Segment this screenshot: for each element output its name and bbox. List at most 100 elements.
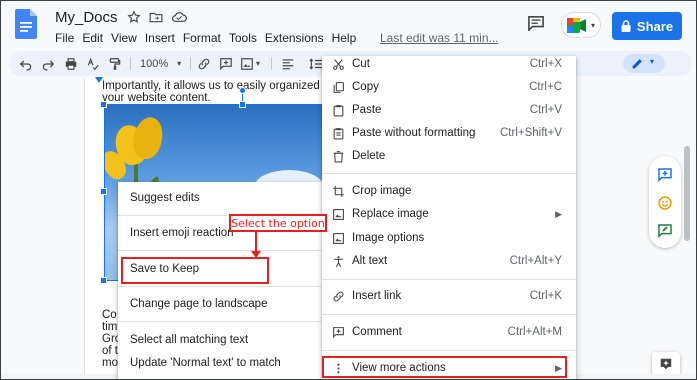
menu-item-paste-without-formatting[interactable]: Paste without formatting Ctrl+Shift+V bbox=[322, 122, 576, 144]
paragraph-line[interactable]: of t bbox=[102, 345, 118, 357]
paragraph-line[interactable]: Importantly, it allows us to easily orga… bbox=[102, 80, 342, 92]
menu-item-comment[interactable]: Comment Ctrl+Alt+M bbox=[322, 321, 576, 343]
copy-icon bbox=[333, 81, 344, 93]
suggest-edit-icon[interactable] bbox=[657, 223, 673, 239]
shortcut-label: Ctrl+Alt+M bbox=[507, 326, 562, 338]
link-icon[interactable] bbox=[197, 56, 211, 71]
shortcut-label: Ctrl+K bbox=[529, 290, 562, 302]
callout-arrow-head bbox=[251, 251, 261, 258]
print-icon[interactable] bbox=[64, 56, 78, 71]
explore-button[interactable] bbox=[652, 352, 680, 376]
align-left-icon[interactable] bbox=[281, 56, 295, 71]
menu-item-replace-image[interactable]: Replace image ▶ bbox=[322, 203, 576, 225]
menu-edit[interactable]: Edit bbox=[78, 31, 107, 45]
shortcut-label: Ctrl+C bbox=[529, 81, 562, 93]
menu-item-label: Image options bbox=[352, 232, 425, 244]
menu-item-label: Delete bbox=[352, 150, 386, 162]
redo-icon[interactable] bbox=[41, 56, 55, 71]
context-menu: Cut Ctrl+X Copy Ctrl+C Paste Ctrl+V Past… bbox=[322, 53, 576, 379]
paragraph-line[interactable]: your website content. bbox=[102, 92, 211, 104]
menu-item-select-all-matching[interactable]: Select all matching text bbox=[118, 329, 326, 351]
zoom-select[interactable]: 100% ▾ bbox=[140, 56, 181, 71]
resize-handle[interactable] bbox=[100, 101, 107, 108]
image-options-icon bbox=[333, 232, 344, 244]
emoji-icon[interactable] bbox=[657, 195, 673, 211]
menu-item-label: Paste without formatting bbox=[352, 127, 476, 139]
meet-button[interactable]: ▾ bbox=[561, 12, 601, 38]
docs-logo-icon[interactable] bbox=[15, 9, 37, 39]
share-label: Share bbox=[636, 18, 674, 34]
paragraph-line[interactable]: Co bbox=[102, 309, 117, 321]
add-comment-icon[interactable] bbox=[219, 56, 233, 71]
chevron-down-icon: ▾ bbox=[591, 21, 596, 30]
menu-item-label: Paste bbox=[352, 104, 382, 116]
menu-item-label: Cut bbox=[352, 58, 370, 70]
menu-insert[interactable]: Insert bbox=[141, 31, 179, 45]
paint-format-icon[interactable] bbox=[108, 56, 122, 71]
undo-icon[interactable] bbox=[19, 56, 33, 71]
menu-item-label: Replace image bbox=[352, 208, 429, 220]
star-icon[interactable] bbox=[127, 10, 141, 24]
menu-item-change-page-landscape[interactable]: Change page to landscape bbox=[118, 293, 326, 315]
vertical-scrollbar[interactable] bbox=[684, 146, 690, 241]
chevron-down-icon: ▾ bbox=[177, 59, 182, 68]
paste-plain-icon bbox=[333, 127, 344, 139]
highlight-save-to-keep bbox=[121, 257, 269, 284]
menu-view[interactable]: View bbox=[107, 31, 141, 45]
menu-item-image-options[interactable]: Image options bbox=[322, 227, 576, 249]
menu-item-cut[interactable]: Cut Ctrl+X bbox=[322, 53, 576, 75]
shortcut-label: Ctrl+X bbox=[529, 58, 562, 70]
menu-item-update-normal-text[interactable]: Update 'Normal text' to match bbox=[118, 352, 326, 374]
menu-item-delete[interactable]: Delete bbox=[322, 145, 576, 167]
last-edit-link[interactable]: Last edit was 11 min... bbox=[380, 31, 499, 45]
paragraph-line[interactable]: mo bbox=[102, 357, 118, 369]
menu-bar: File Edit View Insert Format Tools Exten… bbox=[51, 31, 360, 45]
menu-tools[interactable]: Tools bbox=[225, 31, 261, 45]
menu-extensions[interactable]: Extensions bbox=[261, 31, 328, 45]
header: My_Docs File Edit View Insert Format Too… bbox=[1, 1, 696, 51]
menu-format[interactable]: Format bbox=[179, 31, 225, 45]
title-actions bbox=[127, 10, 187, 24]
cloud-saved-icon[interactable] bbox=[171, 10, 187, 24]
zoom-value: 100% bbox=[140, 57, 169, 70]
share-button[interactable]: Share bbox=[612, 12, 682, 40]
resize-handle[interactable] bbox=[100, 188, 107, 195]
spellcheck-icon[interactable] bbox=[86, 56, 100, 71]
link-icon bbox=[333, 291, 344, 301]
replace-image-icon bbox=[333, 208, 344, 220]
move-folder-icon[interactable] bbox=[149, 10, 163, 24]
menu-item-label: Insert link bbox=[352, 290, 402, 302]
menu-item-alt-text[interactable]: Alt text Ctrl+Alt+Y bbox=[322, 250, 576, 272]
app-window: My_Docs File Edit View Insert Format Too… bbox=[0, 0, 697, 380]
callout-label: Select the option bbox=[229, 214, 327, 232]
comments-icon[interactable] bbox=[527, 15, 545, 31]
menu-item-label: Update 'Normal text' to match bbox=[130, 357, 281, 369]
add-comment-icon bbox=[333, 326, 344, 338]
paste-icon bbox=[333, 104, 344, 116]
menu-file[interactable]: File bbox=[51, 31, 78, 45]
insert-image-icon[interactable]: ▾ bbox=[240, 56, 260, 71]
line-spacing-icon[interactable] bbox=[309, 56, 323, 71]
chevron-down-icon: ▾ bbox=[256, 59, 261, 68]
trash-icon bbox=[333, 150, 344, 162]
document-title[interactable]: My_Docs bbox=[55, 9, 118, 26]
menu-item-copy[interactable]: Copy Ctrl+C bbox=[322, 76, 576, 98]
menu-help[interactable]: Help bbox=[328, 31, 361, 45]
menu-item-suggest-edits[interactable]: Suggest edits bbox=[118, 187, 326, 209]
menu-item-crop-image[interactable]: Crop image bbox=[322, 180, 576, 202]
submenu-arrow-icon: ▶ bbox=[555, 208, 562, 219]
resize-handle[interactable] bbox=[239, 101, 246, 108]
menu-item-insert-link[interactable]: Insert link Ctrl+K bbox=[322, 285, 576, 307]
menu-item-label: Change page to landscape bbox=[130, 298, 268, 310]
rotate-handle[interactable] bbox=[239, 87, 246, 94]
highlight-view-more-actions bbox=[322, 356, 567, 378]
edit-mode-pen-icon bbox=[632, 59, 642, 69]
add-comment-icon[interactable] bbox=[657, 167, 673, 183]
explore-icon bbox=[660, 358, 672, 370]
shortcut-label: Ctrl+Alt+Y bbox=[509, 255, 562, 267]
menu-item-paste[interactable]: Paste Ctrl+V bbox=[322, 99, 576, 121]
edit-mode-button[interactable]: ▾ bbox=[623, 54, 665, 73]
cut-icon bbox=[333, 58, 344, 70]
resize-handle[interactable] bbox=[100, 277, 107, 284]
paragraph-line[interactable]: tim bbox=[102, 321, 117, 333]
